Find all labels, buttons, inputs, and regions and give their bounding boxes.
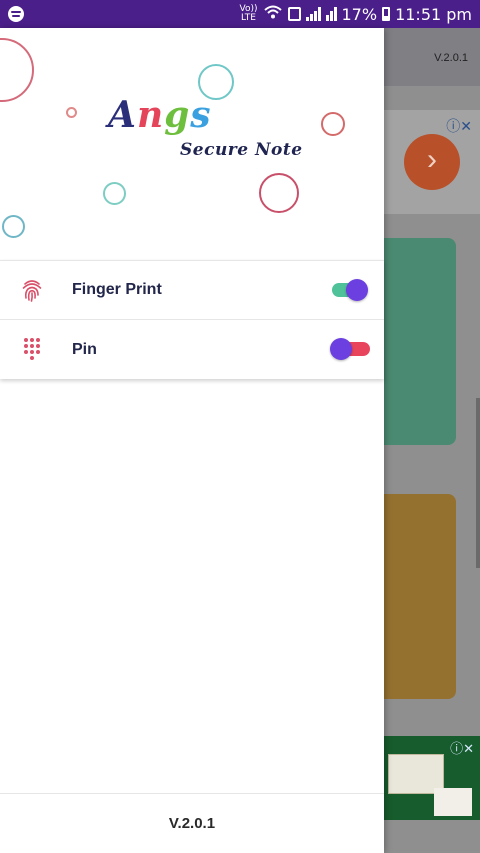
ad-info-icon[interactable]: ⓘ✕ [450, 738, 474, 757]
toggle-thumb [330, 338, 352, 360]
fingerprint-icon [20, 278, 44, 302]
clock: 11:51 pm [395, 4, 472, 24]
menu-item-pin[interactable]: Pin [0, 320, 384, 379]
battery-percent: 17% [341, 4, 378, 24]
signal-icon [305, 7, 321, 21]
ad-banner-bottom[interactable]: ⓘ✕ [384, 736, 480, 820]
toggle-thumb [346, 279, 368, 301]
decor-circle [103, 182, 126, 205]
volte-indicator: Vo)) LTE [239, 4, 258, 23]
drawer-menu: Finger Print Pin [0, 260, 384, 379]
wifi-icon [263, 4, 283, 24]
scrollbar[interactable] [476, 398, 480, 568]
drawer-footer: V.2.0.1 [0, 793, 384, 853]
background-toolbar: V.2.0.1 [384, 28, 480, 86]
ad-image [434, 788, 472, 816]
logo-letter: g [164, 94, 191, 136]
status-bar: Vo)) LTE 17% 11:51 pm [0, 0, 480, 28]
background-app: V.2.0.1 ⓘ✕ › ⓘ✕ [384, 28, 480, 853]
note-card[interactable] [384, 238, 456, 445]
fingerprint-toggle[interactable] [330, 279, 370, 301]
pin-toggle[interactable] [330, 338, 370, 360]
ad-info-icon[interactable]: ⓘ✕ [446, 116, 472, 136]
decor-circle [2, 215, 25, 238]
app-logo: Angs [108, 94, 212, 136]
menu-item-label: Pin [72, 340, 97, 358]
decor-circle [0, 38, 34, 102]
signal2-icon [325, 7, 337, 21]
dialpad-icon [20, 337, 44, 362]
background-version: V.2.0.1 [434, 52, 468, 64]
chevron-right-icon[interactable]: › [404, 134, 460, 190]
drawer-header: Angs Secure Note [0, 28, 384, 260]
app-subtitle: Secure Note [180, 140, 303, 160]
version-label: V.2.0.1 [168, 815, 216, 832]
navigation-drawer: Angs Secure Note Finger Print Pin V.2.0.… [0, 28, 384, 853]
ad-banner[interactable]: ⓘ✕ › [384, 110, 480, 214]
decor-circle [66, 107, 77, 118]
note-card[interactable] [384, 494, 456, 699]
decor-circle [259, 173, 299, 213]
menu-item-label: Finger Print [72, 281, 162, 298]
spotify-icon [8, 6, 24, 22]
logo-letter: A [108, 94, 137, 136]
logo-letter: n [136, 94, 165, 136]
menu-item-finger-print[interactable]: Finger Print [0, 261, 384, 320]
decor-circle [321, 112, 345, 136]
logo-letter: s [190, 94, 212, 136]
data-saver-icon [287, 7, 301, 21]
battery-icon [382, 7, 391, 21]
